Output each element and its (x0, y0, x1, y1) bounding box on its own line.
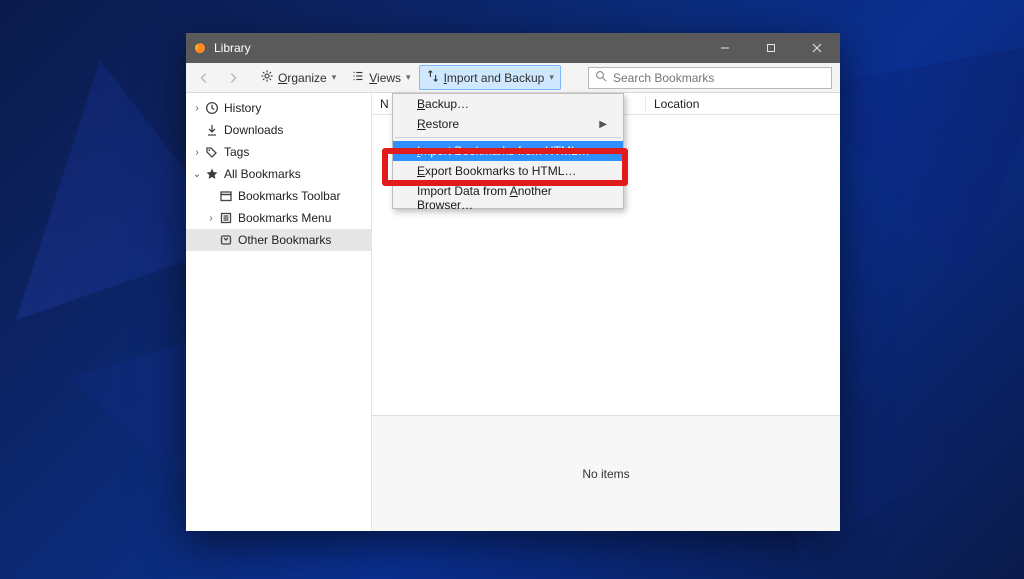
gear-icon (260, 69, 274, 86)
sidebar-item-history[interactable]: › History (186, 97, 371, 119)
menu-label: Backup… (417, 97, 469, 111)
organize-label: Organize (278, 71, 327, 85)
sidebar-label: Bookmarks Toolbar (238, 189, 341, 203)
views-button[interactable]: Views ▾ (344, 65, 417, 90)
sidebar-label: Downloads (224, 123, 283, 137)
organize-button[interactable]: Organize ▾ (253, 65, 343, 90)
forward-button[interactable] (219, 67, 247, 89)
chevron-right-icon: › (190, 145, 204, 159)
empty-label: No items (582, 467, 629, 481)
menu-backup[interactable]: Backup… (393, 94, 623, 114)
sidebar-item-tags[interactable]: › Tags (186, 141, 371, 163)
sidebar-label: History (224, 101, 261, 115)
chevron-down-icon: ⌄ (190, 167, 204, 181)
views-label: Views (369, 71, 401, 85)
menu-label: Restore (417, 117, 459, 131)
menu-separator (395, 137, 621, 138)
window-title: Library (214, 41, 251, 55)
sidebar-item-other-bookmarks[interactable]: Other Bookmarks (186, 229, 371, 251)
chevron-down-icon: ▾ (549, 72, 554, 83)
minimize-button[interactable] (702, 33, 748, 63)
close-button[interactable] (794, 33, 840, 63)
chevron-down-icon: ▾ (406, 72, 411, 83)
menu-label: Import Bookmarks from HTML… (417, 144, 590, 158)
search-field[interactable] (588, 67, 832, 89)
search-input[interactable] (613, 71, 825, 85)
library-window: Library Organize ▾ (186, 33, 840, 531)
import-backup-menu: Backup… Restore ▶ Import Bookmarks from … (392, 93, 624, 209)
sidebar: › History Downloads › Tags ⌄ (186, 93, 372, 531)
bookmark-folder-icon (218, 188, 234, 204)
sidebar-item-all-bookmarks[interactable]: ⌄ All Bookmarks (186, 163, 371, 185)
list-icon (351, 69, 365, 86)
maximize-button[interactable] (748, 33, 794, 63)
column-location[interactable]: Location (646, 97, 699, 111)
back-button[interactable] (190, 67, 218, 89)
submenu-arrow-icon: ▶ (599, 119, 607, 130)
sidebar-label: Tags (224, 145, 249, 159)
tag-icon (204, 144, 220, 160)
chevron-right-icon: › (190, 101, 204, 115)
download-icon (204, 122, 220, 138)
bookmark-other-icon (218, 232, 234, 248)
titlebar: Library (186, 33, 840, 63)
search-icon (595, 70, 607, 85)
star-icon (204, 166, 220, 182)
sidebar-label: Other Bookmarks (238, 233, 331, 247)
sidebar-item-bookmarks-toolbar[interactable]: Bookmarks Toolbar (186, 185, 371, 207)
menu-import-html[interactable]: Import Bookmarks from HTML… (393, 141, 623, 161)
detail-panel: No items (372, 415, 840, 531)
sidebar-label: Bookmarks Menu (238, 211, 331, 225)
clock-icon (204, 100, 220, 116)
import-backup-button[interactable]: Import and Backup ▾ (419, 65, 561, 90)
toolbar: Organize ▾ Views ▾ Import and Backup ▾ (186, 63, 840, 93)
menu-export-html[interactable]: Export Bookmarks to HTML… (393, 161, 623, 181)
menu-label: Import Data from Another Browser… (417, 184, 607, 212)
sidebar-item-downloads[interactable]: Downloads (186, 119, 371, 141)
firefox-icon (186, 41, 214, 55)
bookmark-menu-icon (218, 210, 234, 226)
import-export-icon (426, 69, 440, 86)
menu-label: Export Bookmarks to HTML… (417, 164, 576, 178)
import-backup-label: Import and Backup (444, 71, 545, 85)
sidebar-item-bookmarks-menu[interactable]: › Bookmarks Menu (186, 207, 371, 229)
chevron-down-icon: ▾ (332, 72, 337, 83)
sidebar-label: All Bookmarks (224, 167, 301, 181)
chevron-right-icon: › (204, 211, 218, 225)
menu-import-browser[interactable]: Import Data from Another Browser… (393, 188, 623, 208)
menu-restore[interactable]: Restore ▶ (393, 114, 623, 134)
